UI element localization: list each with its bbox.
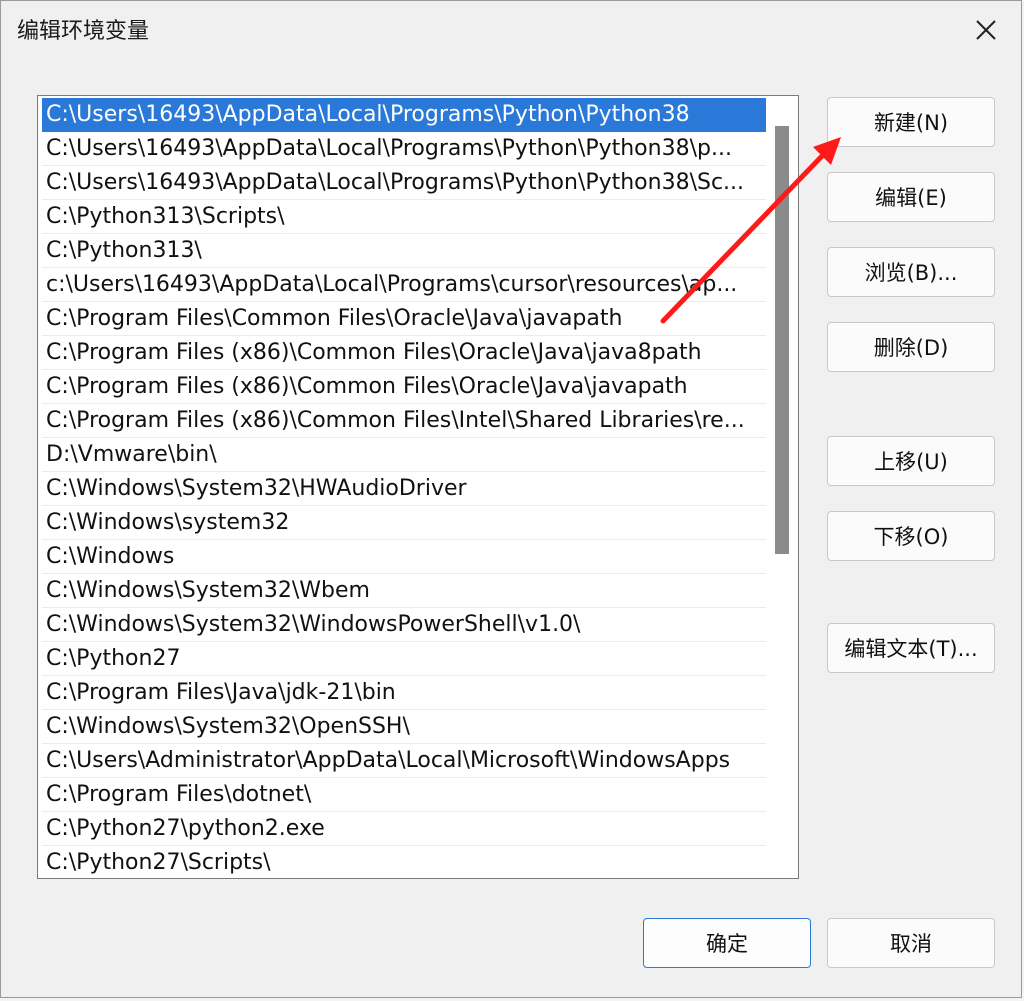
move-up-button[interactable]: 上移(U) — [827, 436, 995, 486]
path-list-item[interactable]: C:\Python27\python2.exe — [42, 812, 766, 846]
path-list-item[interactable]: c:\Users\16493\AppData\Local\Programs\cu… — [42, 268, 766, 302]
path-list[interactable]: C:\Users\16493\AppData\Local\Programs\Py… — [37, 95, 799, 879]
edit-env-var-dialog: 编辑环境变量 C:\Users\16493\AppData\Local\Prog… — [0, 0, 1022, 998]
path-list-item[interactable]: C:\Windows\System32\OpenSSH\ — [42, 710, 766, 744]
path-list-item[interactable]: C:\Users\16493\AppData\Local\Programs\Py… — [42, 166, 766, 200]
edit-text-button[interactable]: 编辑文本(T)... — [827, 623, 995, 673]
ok-button[interactable]: 确定 — [643, 918, 811, 968]
path-list-item[interactable]: C:\Users\16493\AppData\Local\Programs\Py… — [42, 98, 766, 132]
new-button[interactable]: 新建(N) — [827, 97, 995, 147]
path-list-item[interactable]: C:\Python27 — [42, 642, 766, 676]
path-list-item[interactable]: C:\Windows — [42, 540, 766, 574]
path-list-item[interactable]: D:\Vmware\bin\ — [42, 438, 766, 472]
close-button[interactable] — [969, 13, 1003, 47]
move-down-button[interactable]: 下移(O) — [827, 511, 995, 561]
path-list-item[interactable]: C:\Users\16493\AppData\Local\Programs\Py… — [42, 132, 766, 166]
path-list-item[interactable]: C:\Program Files (x86)\Common Files\Orac… — [42, 370, 766, 404]
close-icon — [976, 20, 996, 40]
edit-button[interactable]: 编辑(E) — [827, 172, 995, 222]
path-list-item[interactable]: C:\Windows\System32\WindowsPowerShell\v1… — [42, 608, 766, 642]
path-list-rows: C:\Users\16493\AppData\Local\Programs\Py… — [42, 98, 766, 878]
path-list-item[interactable]: C:\Program Files\Common Files\Oracle\Jav… — [42, 302, 766, 336]
path-list-item[interactable]: C:\Python313\Scripts\ — [42, 200, 766, 234]
path-list-item[interactable]: C:\Windows\System32\HWAudioDriver — [42, 472, 766, 506]
cancel-button[interactable]: 取消 — [827, 918, 995, 968]
path-list-item[interactable]: C:\Windows\System32\Wbem — [42, 574, 766, 608]
path-list-item[interactable]: C:\Users\Administrator\AppData\Local\Mic… — [42, 744, 766, 778]
path-list-item[interactable]: C:\Python27\Scripts\ — [42, 846, 766, 878]
browse-button[interactable]: 浏览(B)... — [827, 247, 995, 297]
path-list-item[interactable]: C:\Python313\ — [42, 234, 766, 268]
scrollbar-thumb[interactable] — [775, 126, 789, 554]
dialog-title: 编辑环境变量 — [17, 19, 150, 44]
vertical-scrollbar[interactable] — [772, 126, 792, 876]
path-list-item[interactable]: C:\Program Files (x86)\Common Files\Orac… — [42, 336, 766, 370]
delete-button[interactable]: 删除(D) — [827, 322, 995, 372]
path-list-item[interactable]: C:\Program Files\Java\jdk-21\bin — [42, 676, 766, 710]
title-bar: 编辑环境变量 — [1, 1, 1021, 59]
path-list-item[interactable]: C:\Windows\system32 — [42, 506, 766, 540]
path-list-item[interactable]: C:\Program Files\dotnet\ — [42, 778, 766, 812]
path-list-item[interactable]: C:\Program Files (x86)\Common Files\Inte… — [42, 404, 766, 438]
